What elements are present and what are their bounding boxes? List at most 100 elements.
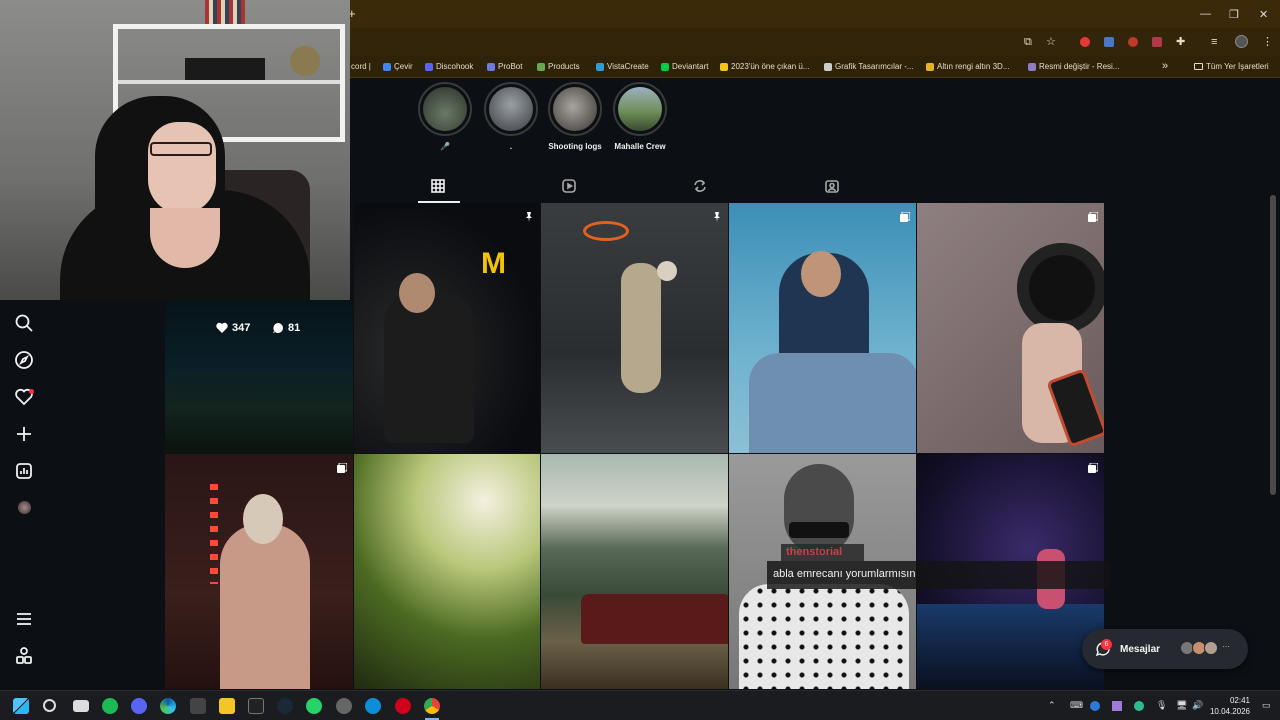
post-tile[interactable]: M: [354, 203, 540, 453]
install-app-icon[interactable]: ⧉: [1024, 36, 1032, 48]
tray-app-icon[interactable]: [1112, 701, 1122, 711]
microphone-icon[interactable]: 🎙: [1156, 700, 1167, 711]
tab-posts[interactable]: [431, 179, 445, 193]
tray-app-icon[interactable]: [1134, 701, 1144, 711]
messages-badge: 6: [1101, 639, 1112, 650]
bookmark-item[interactable]: Products: [537, 62, 580, 71]
bookmark-star-icon[interactable]: ☆: [1046, 36, 1056, 48]
dashboard-nav-button[interactable]: [14, 461, 34, 481]
extension-opera-icon[interactable]: [1080, 37, 1090, 47]
windows-taskbar: ⌃ ⌨ 🎙 🖥 🔊 02:41 10.04.2026 ▭: [0, 690, 1280, 720]
create-nav-button[interactable]: [14, 424, 34, 444]
carousel-icon: [337, 460, 348, 473]
extension-record-icon[interactable]: [1128, 37, 1138, 47]
bookmark-label: Discohook: [436, 62, 474, 71]
bookmark-item[interactable]: VistaCreate: [596, 62, 649, 71]
mcdonalds-logo: M: [481, 247, 506, 280]
network-icon[interactable]: 🖥: [1176, 700, 1187, 711]
whatsapp-icon[interactable]: [306, 698, 322, 714]
glasses: [150, 142, 212, 156]
reading-list-icon[interactable]: ≡: [1211, 36, 1217, 48]
bookmark-favicon: [661, 62, 669, 71]
app-icon[interactable]: [190, 698, 206, 714]
extension-adblock-icon[interactable]: [1152, 37, 1162, 47]
close-window-button[interactable]: ✕: [1259, 8, 1268, 21]
bookmark-item[interactable]: cord |: [351, 62, 371, 71]
post-tile[interactable]: [541, 454, 728, 689]
profile-avatar[interactable]: [18, 501, 31, 514]
messages-label: Mesajlar: [1120, 643, 1161, 655]
extension-translate-icon[interactable]: [1104, 37, 1114, 47]
post-tile[interactable]: [165, 300, 353, 453]
epic-games-icon[interactable]: [248, 698, 264, 714]
task-view-icon[interactable]: [73, 700, 89, 712]
more-menu-button[interactable]: [14, 609, 34, 629]
edge-icon[interactable]: [160, 698, 176, 714]
file-explorer-icon[interactable]: [219, 698, 235, 714]
extensions-puzzle-icon[interactable]: ✚: [1176, 36, 1185, 48]
chrome-icon[interactable]: [424, 698, 440, 714]
maximize-button[interactable]: ❐: [1229, 8, 1239, 21]
notifications-icon[interactable]: ▭: [1262, 700, 1271, 711]
start-button[interactable]: [13, 698, 29, 714]
all-bookmarks-label: Tüm Yer İşaretleri: [1206, 62, 1269, 71]
page-scrollbar[interactable]: [1270, 195, 1276, 495]
highlight-item[interactable]: Shooting logs: [548, 82, 602, 151]
tray-overflow-icon[interactable]: ⌃: [1048, 700, 1056, 711]
messages-button[interactable]: Mesajlar 6 ···: [1082, 629, 1248, 669]
bookmark-favicon: [425, 62, 433, 71]
bookmark-item[interactable]: Altın rengi altın 3D...: [926, 62, 1009, 71]
bookmark-item[interactable]: Discohook: [425, 62, 473, 71]
highlight-item[interactable]: Mahalle Crew: [613, 82, 667, 151]
keyboard-icon[interactable]: ⌨: [1070, 700, 1083, 711]
explore-nav-button[interactable]: [14, 350, 34, 370]
basketball-hoop: [583, 221, 629, 241]
profile-avatar[interactable]: [1235, 35, 1248, 48]
also-from-meta-button[interactable]: [14, 646, 34, 666]
steam-icon[interactable]: [277, 698, 293, 714]
spotify-icon[interactable]: [102, 698, 118, 714]
taskbar-search-icon[interactable]: [43, 699, 56, 712]
discord-icon[interactable]: [131, 698, 147, 714]
browser-menu-icon[interactable]: ⋮: [1262, 36, 1273, 48]
app-icon[interactable]: [336, 698, 352, 714]
search-nav-button[interactable]: [14, 313, 34, 333]
tab-reposts[interactable]: [693, 179, 707, 193]
plus-icon: [17, 427, 31, 441]
bookmark-item[interactable]: Grafik Tasarımcılar -...: [824, 62, 914, 71]
highlight-item[interactable]: .: [484, 82, 538, 151]
notification-dot: [29, 389, 34, 394]
highlight-label: Shooting logs: [548, 142, 602, 151]
volume-icon[interactable]: 🔊: [1192, 700, 1203, 711]
post-tile[interactable]: [354, 454, 540, 689]
taskbar-clock[interactable]: 02:41 10.04.2026: [1210, 695, 1250, 717]
webcam-overlay: [0, 0, 350, 300]
minimize-button[interactable]: —: [1200, 8, 1211, 20]
all-bookmarks-folder[interactable]: Tüm Yer İşaretleri: [1194, 62, 1269, 71]
bookmark-item[interactable]: ProBot: [487, 62, 522, 71]
post-subject: [220, 524, 310, 689]
opera-icon[interactable]: [395, 698, 411, 714]
post-tile[interactable]: [165, 454, 353, 689]
bookmark-favicon: [383, 62, 391, 71]
app-icon[interactable]: [365, 698, 381, 714]
carousel-icon: [900, 209, 911, 222]
post-tile[interactable]: [917, 203, 1104, 453]
bookmark-favicon: [926, 62, 934, 71]
hamburger-icon: [17, 613, 31, 625]
tab-tagged[interactable]: [825, 179, 839, 193]
tab-reels[interactable]: [562, 179, 576, 193]
highlight-item[interactable]: 🎤: [418, 82, 472, 151]
tray-app-icon[interactable]: [1090, 701, 1100, 711]
post-tile[interactable]: [541, 203, 728, 453]
bookmark-item[interactable]: 2023'ün öne çıkan ü...: [720, 62, 809, 71]
lights-strip: [210, 484, 218, 584]
post-tile[interactable]: [729, 203, 916, 453]
basketball: [657, 261, 677, 281]
bookmark-item[interactable]: Deviantart: [661, 62, 708, 71]
bookmark-item[interactable]: Çevir: [383, 62, 413, 71]
bookmarks-overflow-button[interactable]: »: [1162, 60, 1168, 72]
post-subject: [621, 263, 661, 393]
bookmark-label: Resmi değiştir - Resi...: [1039, 62, 1120, 71]
bookmark-item[interactable]: Resmi değiştir - Resi...: [1028, 62, 1119, 71]
